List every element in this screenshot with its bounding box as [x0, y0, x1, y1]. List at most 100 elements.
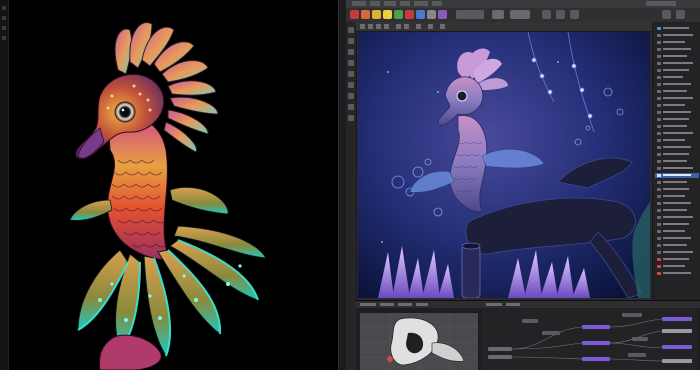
shelf-tool-icon[interactable] — [361, 10, 370, 19]
graph-node[interactable] — [632, 337, 648, 341]
graph-node[interactable] — [488, 347, 512, 351]
outliner-row[interactable] — [655, 75, 699, 80]
outliner-row[interactable] — [655, 187, 699, 192]
menu-item[interactable] — [370, 1, 380, 6]
shelf-tool-icon[interactable] — [394, 10, 403, 19]
graph-node[interactable] — [488, 355, 512, 359]
outliner-row[interactable] — [655, 222, 699, 227]
shelf-tool-icon[interactable] — [542, 10, 551, 19]
outliner-row[interactable] — [655, 145, 699, 150]
menu-item[interactable] — [400, 1, 410, 6]
graph-node[interactable] — [662, 329, 692, 333]
outliner-row[interactable] — [655, 243, 699, 248]
panel-tab[interactable] — [486, 303, 502, 306]
outliner-row[interactable] — [655, 264, 699, 269]
outliner-row[interactable] — [655, 271, 699, 276]
outliner-row[interactable] — [655, 236, 699, 241]
panel-tab[interactable] — [416, 303, 428, 306]
layout-tool-icon[interactable] — [348, 93, 354, 99]
outliner-row[interactable] — [655, 208, 699, 213]
outliner-row[interactable] — [655, 47, 699, 52]
rotate-tool-icon[interactable] — [348, 71, 354, 77]
shelf-field[interactable] — [510, 10, 530, 19]
outliner-row[interactable] — [655, 166, 699, 171]
render-view[interactable] — [358, 32, 650, 298]
graph-node[interactable] — [582, 341, 610, 345]
shelf-tool-icon[interactable] — [570, 10, 579, 19]
outliner-row[interactable] — [655, 40, 699, 45]
outliner-row[interactable] — [655, 26, 699, 31]
outliner-row[interactable] — [655, 131, 699, 136]
view-option-icon[interactable] — [416, 24, 421, 29]
panel-tab[interactable] — [360, 303, 376, 306]
outliner-row[interactable] — [655, 194, 699, 199]
shelf-tool-icon[interactable] — [662, 10, 671, 19]
view-option-icon[interactable] — [404, 24, 409, 29]
graph-node[interactable] — [582, 325, 610, 329]
shelf-tool-icon[interactable] — [427, 10, 436, 19]
shelf-tool-icon[interactable] — [350, 10, 359, 19]
paint-tool-icon[interactable] — [348, 49, 354, 55]
lasso-tool-icon[interactable] — [348, 38, 354, 44]
select-tool-icon[interactable] — [348, 27, 354, 33]
layout-tool-icon[interactable] — [348, 115, 354, 121]
view-option-icon[interactable] — [440, 24, 445, 29]
view-option-icon[interactable] — [396, 24, 401, 29]
outliner-row[interactable] — [655, 89, 699, 94]
graph-node[interactable] — [662, 345, 692, 349]
outliner-row[interactable] — [655, 54, 699, 59]
outliner-row[interactable] — [655, 103, 699, 108]
outliner-row[interactable] — [655, 110, 699, 115]
shelf-tool-icon[interactable] — [676, 10, 685, 19]
outliner-row[interactable] — [655, 180, 699, 185]
panel-tab[interactable] — [398, 303, 412, 306]
panel-tab[interactable] — [506, 303, 520, 306]
graph-node[interactable] — [662, 359, 692, 363]
view-option-icon[interactable] — [376, 24, 381, 29]
outliner-row[interactable] — [655, 138, 699, 143]
layout-tool-icon[interactable] — [348, 104, 354, 110]
node-editor[interactable] — [482, 309, 698, 370]
menu-item[interactable] — [414, 1, 428, 6]
graph-node[interactable] — [622, 313, 642, 317]
graph-node[interactable] — [522, 319, 538, 323]
outliner-row[interactable] — [655, 201, 699, 206]
move-tool-icon[interactable] — [348, 60, 354, 66]
outliner-row[interactable] — [655, 33, 699, 38]
graph-node[interactable] — [628, 353, 646, 357]
left-viewport[interactable] — [0, 0, 338, 370]
view-option-icon[interactable] — [360, 24, 365, 29]
shelf-tool-icon[interactable] — [383, 10, 392, 19]
menu-item[interactable] — [352, 1, 366, 6]
scale-tool-icon[interactable] — [348, 82, 354, 88]
outliner-row[interactable] — [655, 68, 699, 73]
shelf-tool-icon[interactable] — [405, 10, 414, 19]
outliner-row[interactable] — [655, 61, 699, 66]
outliner-row[interactable] — [655, 152, 699, 157]
outliner-row[interactable] — [655, 82, 699, 87]
workspace-selector[interactable] — [646, 1, 676, 6]
outliner-row[interactable] — [655, 257, 699, 262]
shelf-tool-icon[interactable] — [372, 10, 381, 19]
shelf-tool-icon[interactable] — [416, 10, 425, 19]
outliner-row[interactable] — [655, 215, 699, 220]
outliner-row[interactable] — [655, 96, 699, 101]
outliner-row[interactable] — [655, 250, 699, 255]
menu-item[interactable] — [384, 1, 396, 6]
panel-tab[interactable] — [380, 303, 394, 306]
outliner-row[interactable] — [655, 117, 699, 122]
view-option-icon[interactable] — [384, 24, 389, 29]
shelf-tool-icon[interactable] — [492, 10, 504, 19]
outliner-row[interactable] — [655, 229, 699, 234]
view-option-icon[interactable] — [428, 24, 433, 29]
outliner-row[interactable] — [655, 159, 699, 164]
graph-node[interactable] — [662, 317, 692, 321]
shelf-field[interactable] — [456, 10, 484, 19]
outliner-panel[interactable] — [652, 22, 700, 304]
outliner-row[interactable] — [655, 124, 699, 129]
graph-node[interactable] — [542, 331, 560, 335]
texture-view-panel[interactable] — [360, 313, 478, 370]
menu-item[interactable] — [432, 1, 442, 6]
outliner-row-selected[interactable] — [655, 173, 699, 178]
graph-node[interactable] — [582, 357, 610, 361]
